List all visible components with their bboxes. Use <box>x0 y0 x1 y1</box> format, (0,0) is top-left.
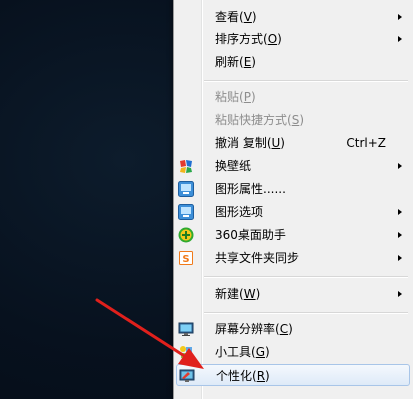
menu-item-label: 排序方式(O) <box>215 32 282 46</box>
menu-item-label: 新建(W) <box>215 287 261 301</box>
submenu-arrow-icon <box>398 255 402 261</box>
menu-item-label: 图形属性...... <box>215 182 286 196</box>
submenu-arrow-icon <box>398 232 402 238</box>
menu-item-view[interactable]: 查看(V) <box>176 6 410 28</box>
menu-separator <box>204 276 408 278</box>
menu-item-personalize[interactable]: 个性化(R) <box>176 364 410 386</box>
menu-item-change-wallpaper[interactable]: 换壁纸 <box>176 155 410 177</box>
intel-graphics-icon <box>178 204 194 220</box>
submenu-arrow-icon <box>398 14 402 20</box>
menu-item-paste-shortcut[interactable]: 粘贴快捷方式(S) <box>176 109 410 131</box>
intel-graphics-icon <box>178 181 194 197</box>
menu-item-new[interactable]: 新建(W) <box>176 283 410 305</box>
menu-item-label: 粘贴(P) <box>215 90 256 104</box>
sync-folder-icon: S <box>178 250 194 266</box>
menu-separator <box>204 80 408 82</box>
menu-item-360-desktop-assistant[interactable]: 360桌面助手 <box>176 224 410 246</box>
monitor-icon <box>178 321 194 337</box>
menu-item-label: 小工具(G) <box>215 345 270 359</box>
menu-item-label: 粘贴快捷方式(S) <box>215 113 304 127</box>
menu-item-label: 共享文件夹同步 <box>215 251 300 265</box>
menu-item-label: 个性化(R) <box>216 369 270 383</box>
360-plus-icon <box>178 227 194 243</box>
context-menu: 查看(V) 排序方式(O) 刷新(E) 粘贴(P) 粘贴快捷方式(S) 撤消 复… <box>173 0 413 399</box>
menu-item-label: 撤消 复制(U) <box>215 136 285 150</box>
wallpaper-icon <box>178 158 194 174</box>
menu-item-label: 屏幕分辨率(C) <box>215 322 293 336</box>
submenu-arrow-icon <box>398 291 402 297</box>
submenu-arrow-icon <box>398 209 402 215</box>
menu-item-sort[interactable]: 排序方式(O) <box>176 28 410 50</box>
menu-item-label: 查看(V) <box>215 10 257 24</box>
submenu-arrow-icon <box>398 36 402 42</box>
menu-item-label: 换壁纸 <box>215 159 252 173</box>
menu-item-refresh[interactable]: 刷新(E) <box>176 51 410 73</box>
menu-item-undo-copy[interactable]: 撤消 复制(U) Ctrl+Z <box>176 132 410 154</box>
menu-item-graphics-properties[interactable]: 图形属性...... <box>176 178 410 200</box>
menu-item-shortcut: Ctrl+Z <box>346 136 386 150</box>
menu-item-label: 360桌面助手 <box>215 228 286 242</box>
menu-separator <box>204 312 408 314</box>
menu-item-label: 刷新(E) <box>215 55 256 69</box>
menu-item-shared-folder-sync[interactable]: S 共享文件夹同步 <box>176 247 410 269</box>
personalize-monitor-icon <box>179 368 195 384</box>
menu-item-paste[interactable]: 粘贴(P) <box>176 86 410 108</box>
menu-item-screen-resolution[interactable]: 屏幕分辨率(C) <box>176 318 410 340</box>
menu-item-gadgets[interactable]: 小工具(G) <box>176 341 410 363</box>
submenu-arrow-icon <box>398 163 402 169</box>
gadgets-icon <box>178 344 194 360</box>
menu-item-graphics-options[interactable]: 图形选项 <box>176 201 410 223</box>
menu-item-label: 图形选项 <box>215 205 264 219</box>
svg-text:S: S <box>182 254 189 265</box>
